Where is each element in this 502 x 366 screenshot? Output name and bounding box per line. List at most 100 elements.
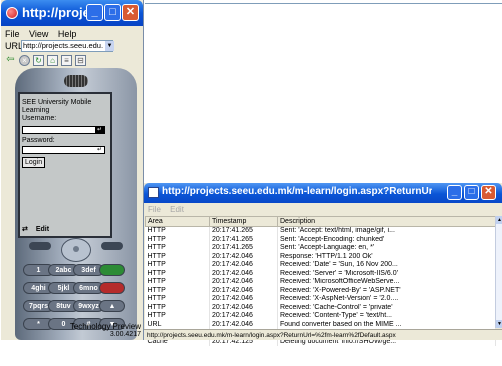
- username-field[interactable]: ↵: [22, 126, 105, 134]
- log-cell-description: Sent: 'Accept-Language: en, *': [277, 244, 496, 253]
- left-softkey[interactable]: [29, 242, 51, 250]
- url-dropdown-icon[interactable]: ▼: [105, 41, 114, 51]
- log-cell-timestamp: 20:17:42.046: [209, 269, 278, 278]
- minimize-button[interactable]: _: [86, 4, 103, 21]
- enter-icon: ↵: [95, 127, 104, 133]
- emulator-menu-bar: File View Help: [5, 29, 83, 39]
- log-row[interactable]: HTTP 20:17:42.046 Response: 'HTTP/1.1 200 …: [145, 252, 496, 261]
- log-cell-area: HTTP: [145, 269, 210, 278]
- right-softkey[interactable]: [101, 242, 123, 250]
- emulator-title-bar[interactable]: http://proje... _ □ ✕: [1, 0, 143, 26]
- log-row[interactable]: HTTP 20:17:42.046 Received: 'Date' = 'Sun,…: [145, 261, 496, 270]
- log-table: Area Timestamp Description HTTP 20:17:41.…: [145, 216, 496, 346]
- log-cell-description: Received: 'Server' = 'Microsoft-IIS/6.0': [277, 269, 496, 278]
- log-close-button[interactable]: ✕: [481, 185, 496, 200]
- stop-icon[interactable]: ×: [19, 55, 30, 66]
- log-cell-description: Received: 'Content-Type' = 'text/ht...: [277, 312, 496, 321]
- log-minimize-button[interactable]: _: [447, 185, 462, 200]
- log-cell-description: Received: 'X-AspNet-Version' = '2.0....: [277, 295, 496, 304]
- log-row[interactable]: HTTP 20:17:42.046 Received: 'Cache-Control…: [145, 303, 496, 312]
- speaker-grille: [64, 75, 88, 87]
- log-cell-area: HTTP: [145, 303, 210, 312]
- log-cell-timestamp: 20:17:42.046: [209, 312, 278, 321]
- network-log-window: http://projects.seeu.edu.mk/m-learn/logi…: [144, 183, 502, 346]
- log-maximize-button[interactable]: □: [464, 185, 479, 200]
- footer-version: 3.00.4217: [109, 331, 141, 338]
- log-row[interactable]: HTTP 20:17:42.046 Received: 'Server' = 'Mi…: [145, 269, 496, 278]
- refresh-icon[interactable]: ↻: [33, 55, 44, 66]
- log-cell-timestamp: 20:17:41.265: [209, 235, 278, 244]
- close-button[interactable]: ✕: [122, 4, 139, 21]
- log-header-row: Area Timestamp Description: [145, 216, 496, 227]
- log-cell-area: HTTP: [145, 286, 210, 295]
- scroll-up-icon[interactable]: ▲: [496, 216, 502, 224]
- log-status-bar: http://projects.seeu.edu.mk/m-learn/logi…: [144, 329, 502, 340]
- end-key[interactable]: [99, 282, 125, 294]
- log-cell-description: Received: 'Date' = 'Sun, 16 Nov 200...: [277, 261, 496, 270]
- log-cell-area: HTTP: [145, 278, 210, 287]
- log-cell-area: HTTP: [145, 252, 210, 261]
- enter-icon: ↵: [95, 147, 104, 153]
- favorites-icon[interactable]: ≡: [61, 55, 72, 66]
- settings-icon[interactable]: ⊟: [75, 55, 86, 66]
- log-cell-timestamp: 20:17:42.046: [209, 303, 278, 312]
- nav-pad[interactable]: [61, 238, 91, 262]
- screen-heading-line1: SEE University Mobile: [22, 99, 92, 106]
- log-scrollbar[interactable]: ▲ ▼: [495, 216, 502, 328]
- log-row[interactable]: URL 20:17:42.046 Found converter based on …: [145, 320, 496, 329]
- home-icon[interactable]: ⌂: [47, 55, 58, 66]
- log-cell-timestamp: 20:17:42.046: [209, 295, 278, 304]
- log-cell-area: HTTP: [145, 244, 210, 253]
- screen-heading-line2: Learning: [22, 107, 50, 114]
- password-label: Password:: [22, 137, 55, 144]
- scroll-down-icon[interactable]: ▼: [496, 320, 502, 328]
- log-row[interactable]: HTTP 20:17:41.265 Sent: 'Accept-Encoding: …: [145, 235, 496, 244]
- log-cell-timestamp: 20:17:42.046: [209, 286, 278, 295]
- log-title: http://projects.seeu.edu.mk/m-learn/logi…: [162, 186, 432, 197]
- log-row[interactable]: HTTP 20:17:42.046 Received: 'X-Powered-By'…: [145, 286, 496, 295]
- log-cell-description: Response: 'HTTP/1.1 200 Ok': [277, 252, 496, 261]
- brand-logo: Mobile Explorer: [105, 354, 130, 366]
- symbol-icon: ⇄: [22, 226, 28, 233]
- log-title-bar[interactable]: http://projects.seeu.edu.mk/m-learn/logi…: [144, 183, 502, 203]
- nav-select-key[interactable]: [73, 246, 79, 252]
- column-header-area[interactable]: Area: [145, 216, 210, 227]
- log-menu-edit[interactable]: Edit: [170, 205, 184, 214]
- log-cell-description: Received: 'Cache-Control' = 'private': [277, 303, 496, 312]
- log-cell-area: URL: [145, 320, 210, 329]
- log-cell-timestamp: 20:17:41.265: [209, 244, 278, 253]
- log-row[interactable]: HTTP 20:17:42.046 Received: 'MicrosoftOffi…: [145, 278, 496, 287]
- maximize-button[interactable]: □: [104, 4, 121, 21]
- emulator-window: http://proje... _ □ ✕ File View Help URL…: [1, 0, 144, 366]
- menu-view[interactable]: View: [29, 29, 48, 39]
- url-bar: URL http://projects.seeu.edu. ▼: [5, 40, 114, 52]
- log-cell-description: Received: 'X-Powered-By' = 'ASP.NET': [277, 286, 496, 295]
- url-input[interactable]: http://projects.seeu.edu.: [21, 40, 113, 52]
- log-row[interactable]: HTTP 20:17:42.046 Received: 'X-AspNet-Vers…: [145, 295, 496, 304]
- soft-key-bar: ⇄ Edit: [22, 225, 108, 233]
- log-cell-timestamp: 20:17:42.046: [209, 261, 278, 270]
- password-field[interactable]: ↵: [22, 146, 105, 154]
- log-row[interactable]: HTTP 20:17:41.265 Sent: 'Accept-Language: …: [145, 244, 496, 253]
- edit-softkey[interactable]: Edit: [36, 226, 49, 233]
- menu-help[interactable]: Help: [58, 29, 77, 39]
- log-cell-area: HTTP: [145, 226, 210, 236]
- column-header-description[interactable]: Description: [277, 216, 496, 227]
- desktop-divider: [145, 3, 502, 4]
- log-cell-area: HTTP: [145, 235, 210, 244]
- username-label: Username:: [22, 115, 57, 122]
- log-menu-bar: File Edit: [148, 205, 191, 214]
- menu-file[interactable]: File: [5, 29, 20, 39]
- column-header-timestamp[interactable]: Timestamp: [209, 216, 278, 227]
- emulator-app-icon: [6, 7, 18, 19]
- up-key[interactable]: ▲: [99, 300, 125, 312]
- log-cell-description: Received: 'MicrosoftOfficeWebServe...: [277, 278, 496, 287]
- back-icon[interactable]: ⇦: [5, 55, 16, 66]
- phone-screen: SEE University Mobile Learning Username:…: [18, 92, 112, 238]
- call-key[interactable]: [99, 264, 125, 276]
- log-row[interactable]: HTTP 20:17:42.046 Received: 'Content-Type'…: [145, 312, 496, 321]
- log-cell-description: Sent: 'Accept-Encoding: chunked': [277, 235, 496, 244]
- log-menu-file[interactable]: File: [148, 205, 161, 214]
- login-button[interactable]: Login: [22, 157, 46, 168]
- log-row[interactable]: HTTP 20:17:41.265 Sent: 'Accept: text/html…: [145, 226, 496, 236]
